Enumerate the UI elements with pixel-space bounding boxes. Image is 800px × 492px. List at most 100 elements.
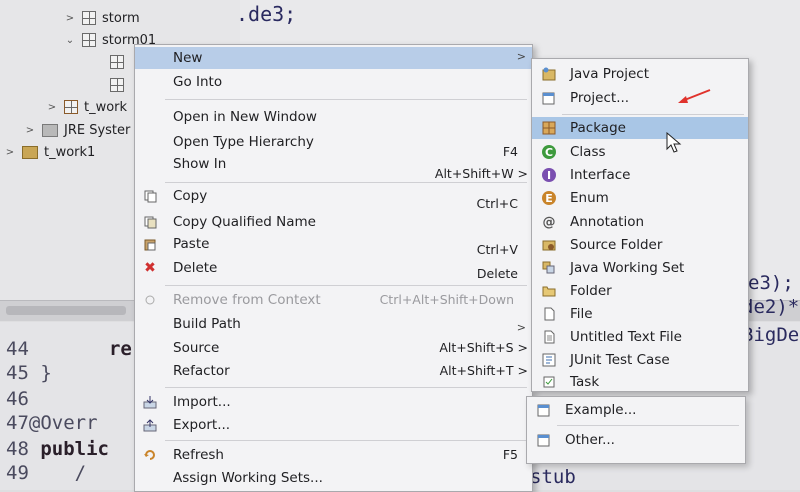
menu-item-label: Refactor bbox=[173, 363, 230, 379]
tree-item-storm[interactable]: > storm bbox=[64, 9, 140, 27]
menu-item-label: Open Type Hierarchy bbox=[173, 134, 314, 150]
submenu-item-class[interactable]: C Class bbox=[532, 141, 748, 163]
code-line: 45 } bbox=[6, 362, 52, 386]
menu-item-source[interactable]: Source Alt+Shift+S > bbox=[135, 337, 532, 359]
tree-item-child-1[interactable] bbox=[110, 53, 130, 71]
folder-icon bbox=[542, 284, 556, 298]
menu-item-show-in[interactable]: Show In Alt+Shift+W > bbox=[135, 153, 532, 181]
submenu-item-label: JUnit Test Case bbox=[570, 352, 670, 368]
tree-item-child-2[interactable] bbox=[110, 76, 130, 94]
context-menu: New > Go Into Open in New Window Open Ty… bbox=[134, 44, 533, 492]
submenu-item-example[interactable]: Example... bbox=[527, 399, 743, 421]
java-project-icon bbox=[542, 67, 556, 81]
menu-item-copy-qualified-name[interactable]: Copy Qualified Name bbox=[135, 211, 532, 233]
menu-item-paste[interactable]: Paste Ctrl+V bbox=[135, 233, 532, 257]
new-submenu: Java Project Project... Package C Class … bbox=[531, 58, 749, 392]
submenu-item-java-project[interactable]: Java Project bbox=[532, 63, 748, 85]
menu-item-go-into[interactable]: Go Into bbox=[135, 71, 532, 93]
code-text: } bbox=[40, 362, 52, 384]
menu-item-refresh[interactable]: Refresh F5 bbox=[135, 444, 532, 466]
menu-item-refactor[interactable]: Refactor Alt+Shift+T > bbox=[135, 360, 532, 382]
menu-separator bbox=[165, 182, 527, 183]
package-icon bbox=[82, 11, 96, 25]
submenu-item-interface[interactable]: I Interface bbox=[532, 164, 748, 186]
menu-item-import[interactable]: Import... bbox=[135, 391, 532, 413]
menu-item-label: Export... bbox=[173, 417, 231, 433]
submenu-item-junit-test-case[interactable]: JUnit Test Case bbox=[532, 349, 748, 371]
junit-icon bbox=[542, 353, 556, 367]
package-icon bbox=[110, 78, 124, 92]
menu-item-open-in-new-window[interactable]: Open in New Window bbox=[135, 106, 532, 128]
example-icon bbox=[537, 403, 551, 417]
menu-separator bbox=[165, 285, 527, 286]
source-folder-icon bbox=[542, 238, 556, 252]
menu-item-label: Import... bbox=[173, 394, 231, 410]
paste-icon bbox=[143, 237, 157, 251]
submenu-item-untitled-text-file[interactable]: Untitled Text File bbox=[532, 326, 748, 348]
menu-item-export[interactable]: Export... bbox=[135, 414, 532, 436]
submenu-item-java-working-set[interactable]: Java Working Set bbox=[532, 257, 748, 279]
tree-item-label: storm bbox=[102, 10, 140, 26]
file-icon bbox=[542, 307, 556, 321]
code-text: re bbox=[108, 338, 132, 360]
submenu-item-source-folder[interactable]: Source Folder bbox=[532, 234, 748, 256]
package-icon bbox=[110, 55, 124, 69]
menu-item-shortcut: F5 bbox=[502, 447, 518, 462]
collapsed-arrow-icon[interactable]: > bbox=[46, 102, 58, 113]
tree-item-label: JRE Syster bbox=[64, 122, 131, 138]
submenu-item-task[interactable]: Task bbox=[532, 371, 748, 393]
collapsed-arrow-icon[interactable]: > bbox=[4, 147, 16, 158]
expanded-arrow-icon[interactable]: ⌄ bbox=[64, 35, 76, 46]
menu-item-remove-from-context[interactable]: Remove from Context Ctrl+Alt+Shift+Down bbox=[135, 289, 532, 311]
menu-item-label: Build Path bbox=[173, 316, 241, 332]
menu-item-shortcut: Ctrl+C bbox=[476, 196, 518, 211]
submenu-item-other[interactable]: Other... bbox=[527, 429, 743, 451]
other-icon bbox=[537, 433, 551, 447]
scrollbar-thumb[interactable] bbox=[6, 306, 126, 315]
line-number: 48 bbox=[6, 438, 29, 460]
menu-item-copy[interactable]: Copy Ctrl+C bbox=[135, 185, 532, 211]
menu-item-shortcut: Ctrl+Alt+Shift+Down bbox=[379, 292, 514, 307]
code-peek-1: e3); bbox=[748, 272, 794, 294]
menu-item-assign-working-sets[interactable]: Assign Working Sets... bbox=[135, 467, 532, 489]
working-set-icon bbox=[542, 261, 556, 275]
collapsed-arrow-icon[interactable]: > bbox=[64, 13, 76, 24]
code-line: 47@Overr bbox=[6, 412, 98, 436]
code-line: 48 public bbox=[6, 438, 109, 462]
submenu-item-label: Example... bbox=[565, 402, 637, 418]
interface-icon: I bbox=[542, 168, 556, 182]
menu-item-label: Go Into bbox=[173, 74, 223, 90]
submenu-item-enum[interactable]: E Enum bbox=[532, 187, 748, 209]
code-line: 49 / bbox=[6, 462, 86, 486]
task-icon bbox=[542, 375, 556, 389]
submenu-item-label: Class bbox=[570, 144, 606, 160]
tree-item-t-work[interactable]: > t_work bbox=[46, 98, 127, 116]
submenu-item-package[interactable]: Package bbox=[532, 117, 748, 139]
project-folder-icon bbox=[22, 145, 38, 159]
menu-item-open-type-hierarchy[interactable]: Open Type Hierarchy F4 bbox=[135, 131, 532, 159]
editor-code-fragment: .de3; bbox=[236, 2, 297, 26]
submenu-item-label: Interface bbox=[570, 167, 631, 183]
menu-item-label: Remove from Context bbox=[173, 292, 321, 308]
menu-item-delete[interactable]: ✖ Delete Delete bbox=[135, 257, 532, 281]
delete-icon: ✖ bbox=[144, 260, 156, 276]
collapsed-arrow-icon[interactable]: > bbox=[24, 125, 36, 136]
submenu-item-label: Task bbox=[570, 374, 600, 390]
refresh-icon bbox=[143, 448, 157, 462]
submenu-separator bbox=[557, 425, 739, 426]
menu-item-build-path[interactable]: Build Path > bbox=[135, 313, 532, 335]
submenu-item-folder[interactable]: Folder bbox=[532, 280, 748, 302]
menu-item-new[interactable]: New > bbox=[135, 47, 532, 69]
code-peek-2: de2)* bbox=[742, 296, 800, 318]
submenu-item-annotation[interactable]: @ Annotation bbox=[532, 211, 748, 233]
import-icon bbox=[143, 395, 157, 409]
submenu-item-project[interactable]: Project... bbox=[532, 87, 748, 109]
tree-item-jre-system[interactable]: > JRE Syster bbox=[24, 121, 131, 139]
submenu-item-label: Untitled Text File bbox=[570, 329, 682, 345]
menu-item-shortcut: Alt+Shift+T > bbox=[439, 363, 528, 378]
tree-item-t-work1[interactable]: > t_work1 bbox=[4, 143, 96, 161]
submenu-item-file[interactable]: File bbox=[532, 303, 748, 325]
code-peek-3: BigDe bbox=[742, 324, 800, 346]
package-icon bbox=[64, 100, 78, 114]
package-icon bbox=[542, 121, 556, 135]
